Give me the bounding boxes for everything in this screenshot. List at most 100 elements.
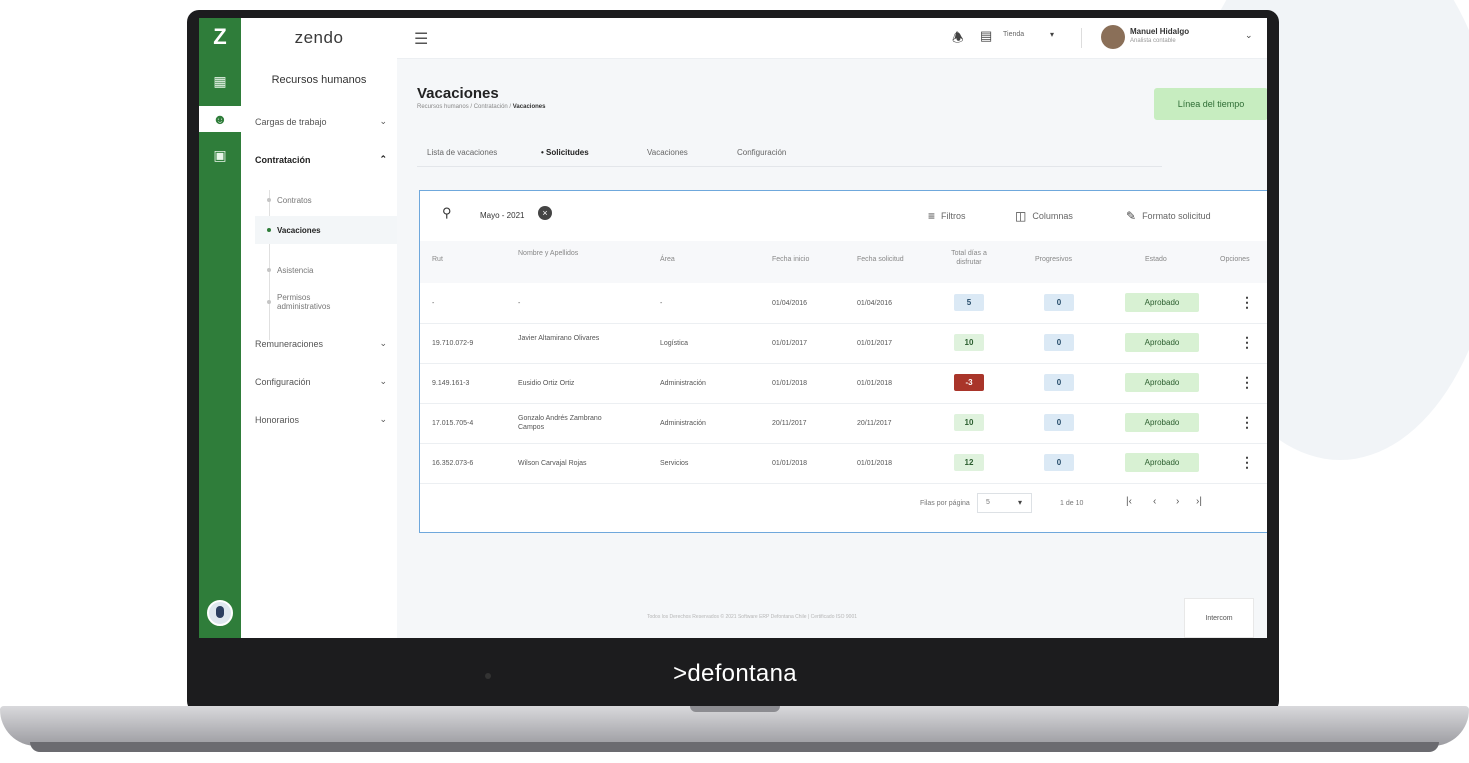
briefcase-icon[interactable]: ▣ [207,142,233,168]
cell-fecha-inicio: 01/04/2016 [772,300,808,307]
last-page-icon[interactable]: ›| [1196,496,1202,507]
sidebar-item-contratacion[interactable]: Contratación ⌃ [255,154,387,165]
cell-fecha-solicitud: 01/01/2017 [857,340,893,347]
prev-page-icon[interactable]: ‹ [1153,496,1156,507]
breadcrumb-current: Vacaciones [512,104,546,110]
sidebar-item-label: Cargas de trabajo [255,116,327,127]
cell-nombre: - [518,300,521,307]
more-options-icon[interactable]: ⋮ [1240,374,1254,391]
format-button[interactable]: ✎ Formato solicitud [1126,209,1211,223]
table-row[interactable]: 16.352.073-6 Wilson Carvajal Rojas Servici… [420,443,1267,484]
icon-rail: Z ▦ ☻ ▣ [199,18,241,638]
more-options-icon[interactable]: ⋮ [1240,294,1254,311]
sidebar-sub-asistencia[interactable]: Asistencia [267,263,387,277]
cell-fecha-solicitud: 01/01/2018 [857,460,893,467]
sidebar: zendo Recursos humanos Cargas de trabajo… [241,18,398,638]
cell-area: Logística [660,340,689,347]
cell-fecha-inicio: 20/11/2017 [772,420,807,427]
timeline-button[interactable]: Línea del tiempo [1154,88,1267,120]
caret-down-icon: ▾ [1018,498,1023,507]
table-header: Rut Nombre y Apellidos Área Fecha inicio… [420,241,1267,283]
rows-per-page-select[interactable]: 5 ▾ [977,493,1032,513]
bullet-icon [267,300,271,304]
laptop-base-shadow [30,742,1439,752]
caret-down-icon[interactable]: ▾ [1050,30,1054,39]
tabs: Lista de vacaciones • Solicitudes Vacaci… [417,142,1162,167]
more-options-icon[interactable]: ⋮ [1240,414,1254,431]
status-badge: Aprobado [1125,293,1199,312]
progressive-days-badge: 0 [1044,414,1074,431]
cell-fecha-inicio: 01/01/2018 [772,380,808,387]
cell-area: Administración [660,380,706,387]
laptop-base [0,706,1469,746]
table-row[interactable]: - - - 01/04/2016 01/04/2016 5 0 Aprobado ⋮ [420,283,1267,324]
store-icon[interactable]: ▤ [980,28,992,44]
sidebar-sub-contratos[interactable]: Contratos [267,193,387,207]
filters-label: Filtros [941,211,966,221]
user-menu-caret-icon[interactable]: ⌄ [1245,30,1253,41]
sidebar-item-remuneraciones[interactable]: Remuneraciones ⌄ [255,338,387,349]
next-page-icon[interactable]: › [1176,496,1179,507]
chevron-down-icon: ⌄ [379,414,387,424]
laptop-brand: >defontana [673,660,797,687]
sidebar-item-label: Contratación [255,154,311,165]
table-row[interactable]: 17.015.705-4 Gonzalo Andrés Zambrano Camp… [420,403,1267,444]
tab-lista-vacaciones[interactable]: Lista de vacaciones [427,148,497,157]
filter-chip[interactable]: Mayo - 2021 [480,211,524,220]
user-avatar[interactable] [1101,25,1125,49]
sidebar-title: Recursos humanos [271,74,367,86]
tab-solicitudes[interactable]: • Solicitudes [541,148,589,157]
dashboard-icon[interactable]: ▦ [207,68,233,94]
rows-per-page-value: 5 [986,499,990,506]
sidebar-sub-permisos[interactable]: Permisos administrativos [267,288,337,316]
filters-button[interactable]: ≡ Filtros [928,209,966,223]
cell-fecha-inicio: 01/01/2017 [772,340,808,347]
rail-user-avatar[interactable] [207,600,233,626]
column-header[interactable]: Área [660,255,675,264]
tab-vacaciones[interactable]: Vacaciones [647,148,688,157]
sidebar-item-label: Honorarios [255,414,300,425]
main-content: ☰ 🕭 ▤ Tienda ▾ Manuel Hidalgo Analista c… [397,18,1267,638]
cell-fecha-solicitud: 01/01/2018 [857,380,893,387]
more-options-icon[interactable]: ⋮ [1240,454,1254,471]
intercom-button[interactable]: Intercom [1184,598,1254,638]
column-header[interactable]: Total días a disfrutar [944,249,994,267]
sidebar-sub-vacaciones[interactable]: Vacaciones [255,216,397,244]
bell-icon[interactable]: 🕭 [952,29,964,51]
column-header[interactable]: Opciones [1220,255,1250,264]
progressive-days-badge: 0 [1044,374,1074,391]
topbar: ☰ 🕭 ▤ Tienda ▾ Manuel Hidalgo Analista c… [397,18,1267,59]
column-header[interactable]: Rut [432,255,443,264]
table-row[interactable]: 19.710.072-9 Javier Altamirano Olivares Lo… [420,323,1267,364]
column-header[interactable]: Estado [1145,255,1167,264]
menu-icon[interactable]: ☰ [414,29,428,49]
chevron-down-icon: ⌄ [379,338,387,348]
users-icon[interactable]: ☻ [199,106,241,132]
first-page-icon[interactable]: |‹ [1126,496,1132,507]
cell-rut: 9.149.161-3 [432,380,470,387]
column-header[interactable]: Fecha solicitud [857,255,904,264]
more-options-icon[interactable]: ⋮ [1240,334,1254,351]
sidebar-sub-label: Asistencia [277,265,314,275]
sidebar-item-honorarios[interactable]: Honorarios ⌄ [255,414,387,425]
breadcrumb-item[interactable]: Recursos humanos [417,104,469,110]
column-header[interactable]: Fecha inicio [772,255,809,264]
user-role: Analista contable [1130,38,1176,44]
tab-configuracion[interactable]: Configuración [737,148,786,157]
column-header[interactable]: Progresivos [1035,255,1072,264]
app-logo[interactable]: Z [199,24,241,50]
sidebar-sub-label: Contratos [277,195,312,205]
divider [1081,28,1082,48]
columns-button[interactable]: ◫ Columnas [1015,209,1073,223]
search-icon[interactable]: ⚲ [442,205,452,221]
sidebar-item-label: Remuneraciones [255,338,324,349]
cell-rut: 16.352.073-6 [432,460,474,467]
footer-text: Todos los Derechos Reservados © 2021 Sof… [647,614,858,620]
store-selector[interactable]: Tienda [1003,31,1024,38]
breadcrumb-item[interactable]: Contratación [474,104,508,110]
table-row[interactable]: 9.149.161-3 Eusidio Ortiz Ortiz Administra… [420,363,1267,404]
column-header[interactable]: Nombre y Apellidos [518,249,588,258]
close-icon[interactable]: × [538,206,552,220]
sidebar-item-cargas[interactable]: Cargas de trabajo ⌄ [255,116,387,127]
sidebar-item-configuracion[interactable]: Configuración ⌄ [255,376,387,387]
